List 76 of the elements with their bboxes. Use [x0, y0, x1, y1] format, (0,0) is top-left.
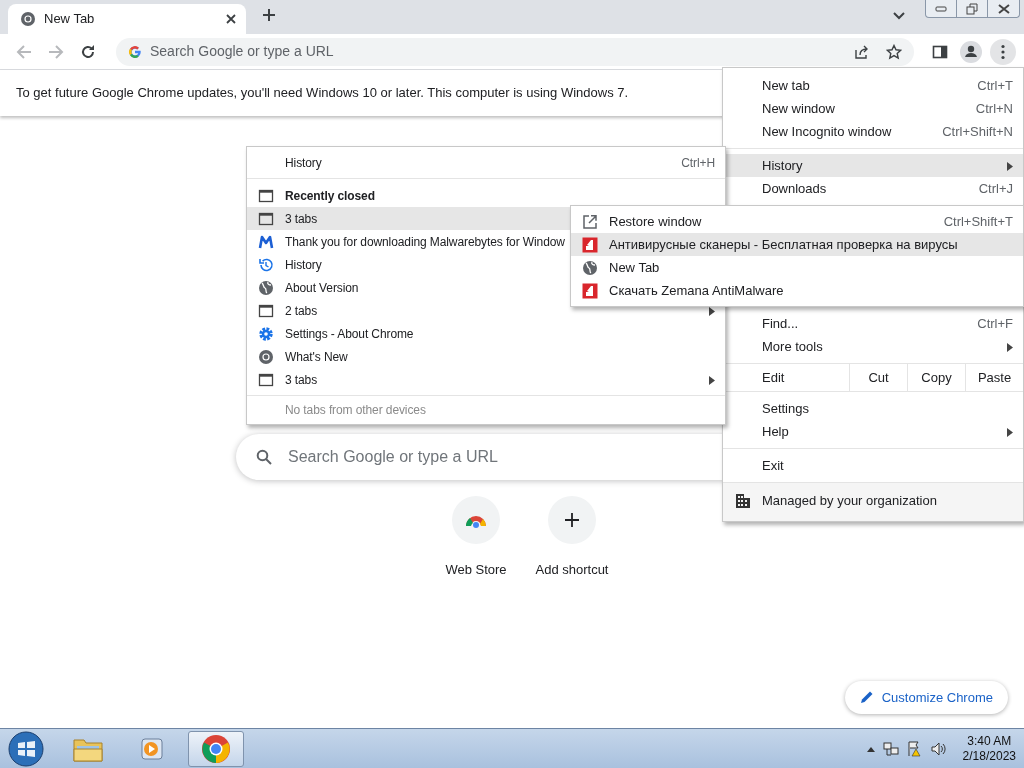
- menu-item[interactable]: New Tab: [571, 256, 1023, 279]
- window-icon: [258, 371, 274, 388]
- m-logo-icon: [258, 233, 274, 250]
- building-icon: [734, 492, 751, 509]
- menu-item[interactable]: Settings - About Chrome: [247, 322, 725, 345]
- globe-icon: [582, 259, 598, 276]
- shortcut-label: Ctrl+H: [681, 154, 715, 172]
- round-logo-icon: [20, 11, 36, 27]
- menu-item[interactable]: Help: [723, 420, 1023, 443]
- profile-icon[interactable]: [960, 40, 982, 63]
- menu-item[interactable]: More tools: [723, 335, 1023, 358]
- search-input[interactable]: Search Google or type a URL: [288, 445, 688, 469]
- shortcut-label: Ctrl+Shift+T: [943, 212, 1013, 231]
- g-logo-icon: [128, 44, 142, 59]
- clock-time[interactable]: 3:40 AM: [962, 733, 1016, 749]
- round-logo-icon: [258, 348, 274, 365]
- menu-item[interactable]: New Incognito window Ctrl+Shift+N: [723, 120, 1023, 143]
- new-tab-icon[interactable]: [262, 8, 276, 22]
- clock-icon: [258, 256, 274, 273]
- menu-item[interactable]: Exit: [723, 454, 1023, 477]
- menu-label: Edit: [762, 368, 785, 387]
- menu-item[interactable]: New window Ctrl+N: [723, 97, 1023, 120]
- network-icon[interactable]: [882, 740, 899, 757]
- menu-item[interactable]: Downloads Ctrl+J: [723, 177, 1023, 200]
- window-icon: [258, 187, 274, 204]
- square-logo-icon: [582, 236, 598, 253]
- square-logo-icon: [582, 282, 598, 299]
- clock-date[interactable]: 2/18/2023: [962, 748, 1016, 764]
- media-player-icon: [139, 735, 165, 762]
- window-icon: [258, 302, 274, 319]
- globe-icon: [258, 279, 274, 296]
- browser-icon: [201, 733, 231, 764]
- menu-item[interactable]: What's New: [247, 345, 725, 368]
- speaker-icon[interactable]: [930, 740, 947, 757]
- flag-icon[interactable]: [906, 740, 923, 757]
- show-hidden-icon[interactable]: [866, 745, 875, 752]
- chevron-down-icon[interactable]: [893, 12, 905, 20]
- close-icon[interactable]: [226, 14, 236, 24]
- star-icon[interactable]: [886, 43, 902, 60]
- menu-note: No tabs from other devices: [284, 402, 427, 419]
- menu-item[interactable]: Settings: [723, 397, 1023, 420]
- plus-icon: [564, 512, 580, 528]
- infobar-message: To get future Google Chrome updates, you'll need Windows 10 or later. This computer is using Windows 7.: [16, 84, 629, 103]
- menu-item[interactable]: 3 tabs: [247, 368, 725, 391]
- menu-action[interactable]: Copy: [907, 364, 965, 391]
- menu-item[interactable]: Скачать Zemana AntiMalware: [571, 279, 1023, 302]
- reload-icon[interactable]: [80, 43, 96, 60]
- search-icon: [256, 449, 272, 465]
- share-icon[interactable]: [854, 43, 870, 60]
- pencil-icon: [859, 690, 874, 705]
- external-link-icon: [582, 213, 598, 230]
- menu-item[interactable]: History Ctrl+H: [247, 151, 725, 174]
- menu-item[interactable]: 2 tabs: [247, 299, 725, 322]
- menu-item[interactable]: Антивирусные сканеры - Бесплатная проверка на вирусы: [571, 233, 1023, 256]
- side-panel-icon[interactable]: [932, 43, 948, 60]
- shortcut-tile[interactable]: Add shortcut: [524, 496, 620, 580]
- menu-icon[interactable]: [990, 38, 1016, 65]
- taskbar-button[interactable]: [188, 730, 244, 767]
- settings-icon: [258, 325, 274, 342]
- menu-item[interactable]: Find... Ctrl+F: [723, 312, 1023, 335]
- address-bar[interactable]: Search Google or type a URL: [116, 37, 914, 66]
- menu-item[interactable]: Recently closed: [247, 184, 725, 207]
- menu-item[interactable]: History: [723, 154, 1023, 177]
- customize-button[interactable]: Customize Chrome: [844, 680, 1008, 714]
- start-button-icon[interactable]: [8, 730, 44, 767]
- menu-action[interactable]: Cut: [849, 364, 907, 391]
- shortcut-label: Ctrl+T: [977, 76, 1013, 95]
- shortcut-label: Ctrl+J: [978, 179, 1013, 198]
- window-icon: [258, 210, 274, 227]
- browser-tab[interactable]: New Tab: [8, 4, 246, 34]
- shortcut-tile[interactable]: Web Store: [428, 496, 524, 580]
- shortcut-label: Ctrl+Shift+N: [942, 122, 1013, 141]
- shortcut-label: Ctrl+N: [975, 99, 1013, 118]
- shortcut-label: Ctrl+F: [977, 314, 1013, 333]
- menu-item[interactable]: New tab Ctrl+T: [723, 74, 1023, 97]
- menu-action[interactable]: Paste: [965, 364, 1023, 391]
